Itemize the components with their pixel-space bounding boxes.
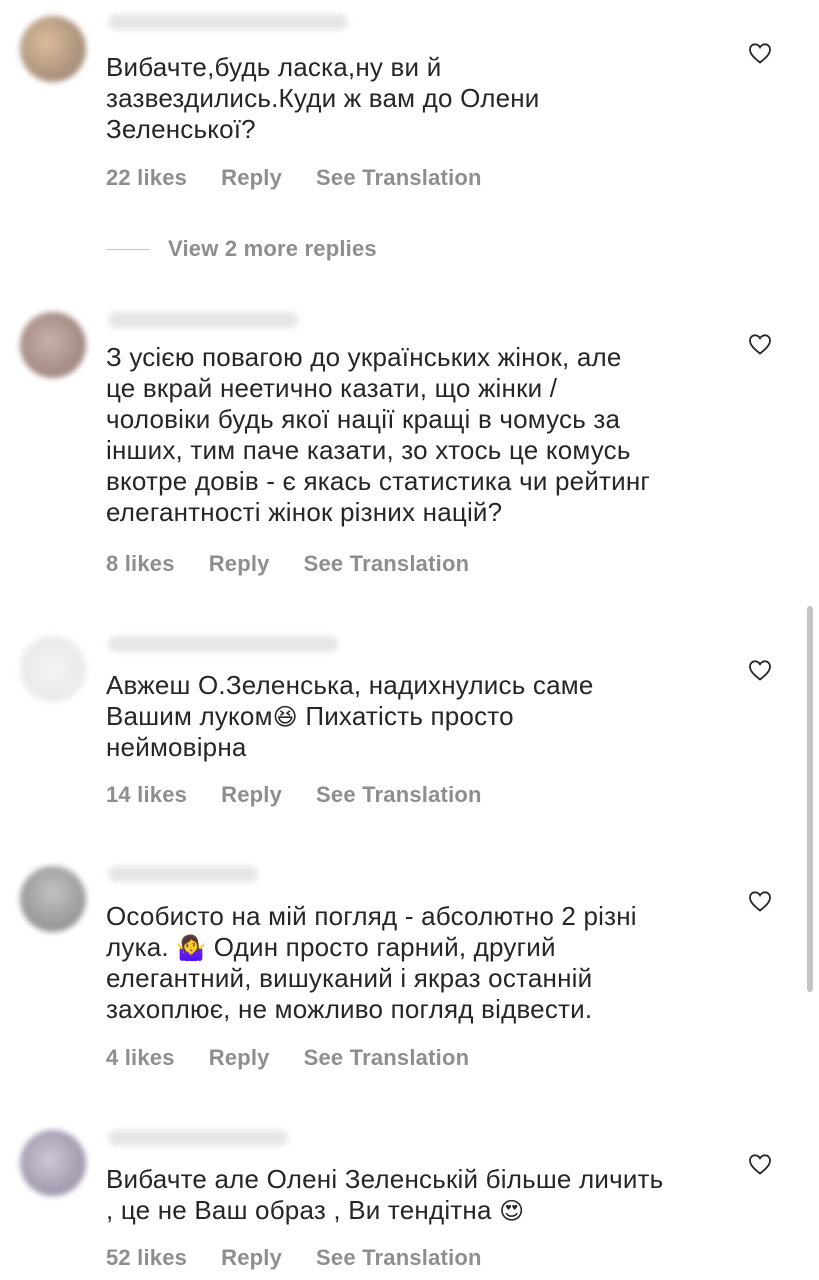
reply-button[interactable]: Reply <box>209 551 270 577</box>
heart-icon[interactable] <box>748 1153 772 1175</box>
avatar[interactable] <box>20 1130 86 1196</box>
likes-count[interactable]: 14 likes <box>106 782 187 808</box>
see-translation-button[interactable]: See Translation <box>316 782 482 808</box>
likes-count[interactable]: 4 likes <box>106 1045 175 1071</box>
username-blurred[interactable] <box>108 1130 288 1146</box>
username-blurred[interactable] <box>108 14 348 30</box>
username-blurred[interactable] <box>108 636 338 652</box>
likes-count[interactable]: 22 likes <box>106 165 187 191</box>
username-blurred[interactable] <box>108 312 298 328</box>
likes-count[interactable]: 52 likes <box>106 1245 187 1271</box>
heart-icon[interactable] <box>748 659 772 681</box>
comment-text: Вибачте,будь ласка,ну ви й зазвездились.… <box>106 52 540 144</box>
comment-meta: 14 likes Reply See Translation <box>106 782 482 808</box>
avatar[interactable] <box>20 866 86 932</box>
see-translation-button[interactable]: See Translation <box>304 551 470 577</box>
reply-button[interactable]: Reply <box>221 782 282 808</box>
view-replies-label[interactable]: View 2 more replies <box>168 236 377 262</box>
likes-count[interactable]: 8 likes <box>106 551 175 577</box>
see-translation-button[interactable]: See Translation <box>304 1045 470 1071</box>
reply-button[interactable]: Reply <box>221 165 282 191</box>
avatar[interactable] <box>20 16 86 82</box>
comment-text: Авжеш О.Зеленська, надихнулись саме Ваши… <box>106 670 736 763</box>
avatar[interactable] <box>20 312 86 378</box>
grinning-squinting-face-icon: 😆 <box>272 703 298 731</box>
reply-button[interactable]: Reply <box>221 1245 282 1271</box>
comment-text: Особисто на мій погляд - абсолютно 2 різ… <box>106 901 736 1025</box>
comment-meta: 8 likes Reply See Translation <box>106 551 469 577</box>
view-more-replies[interactable]: View 2 more replies <box>106 236 377 262</box>
comment-text: З усією повагою до українських жінок, ал… <box>106 342 651 527</box>
see-translation-button[interactable]: See Translation <box>316 1245 482 1271</box>
username-blurred[interactable] <box>108 866 258 882</box>
scrollbar[interactable] <box>807 606 813 992</box>
divider-line <box>106 248 150 250</box>
person-shrugging-icon: 🤷‍♀️ <box>176 934 207 962</box>
heart-eyes-face-icon: 😍 <box>499 1197 525 1225</box>
heart-icon[interactable] <box>748 890 772 912</box>
see-translation-button[interactable]: See Translation <box>316 165 482 191</box>
comment-meta: 4 likes Reply See Translation <box>106 1045 469 1071</box>
heart-icon[interactable] <box>748 333 772 355</box>
comment-meta: 52 likes Reply See Translation <box>106 1245 482 1271</box>
avatar[interactable] <box>20 636 86 702</box>
heart-icon[interactable] <box>748 42 772 64</box>
reply-button[interactable]: Reply <box>209 1045 270 1071</box>
comment-text-part: Вибачте але Олені Зеленській більше личи… <box>106 1164 664 1225</box>
comment-text: Вибачте але Олені Зеленській більше личи… <box>106 1164 736 1226</box>
comment-meta: 22 likes Reply See Translation <box>106 165 482 191</box>
